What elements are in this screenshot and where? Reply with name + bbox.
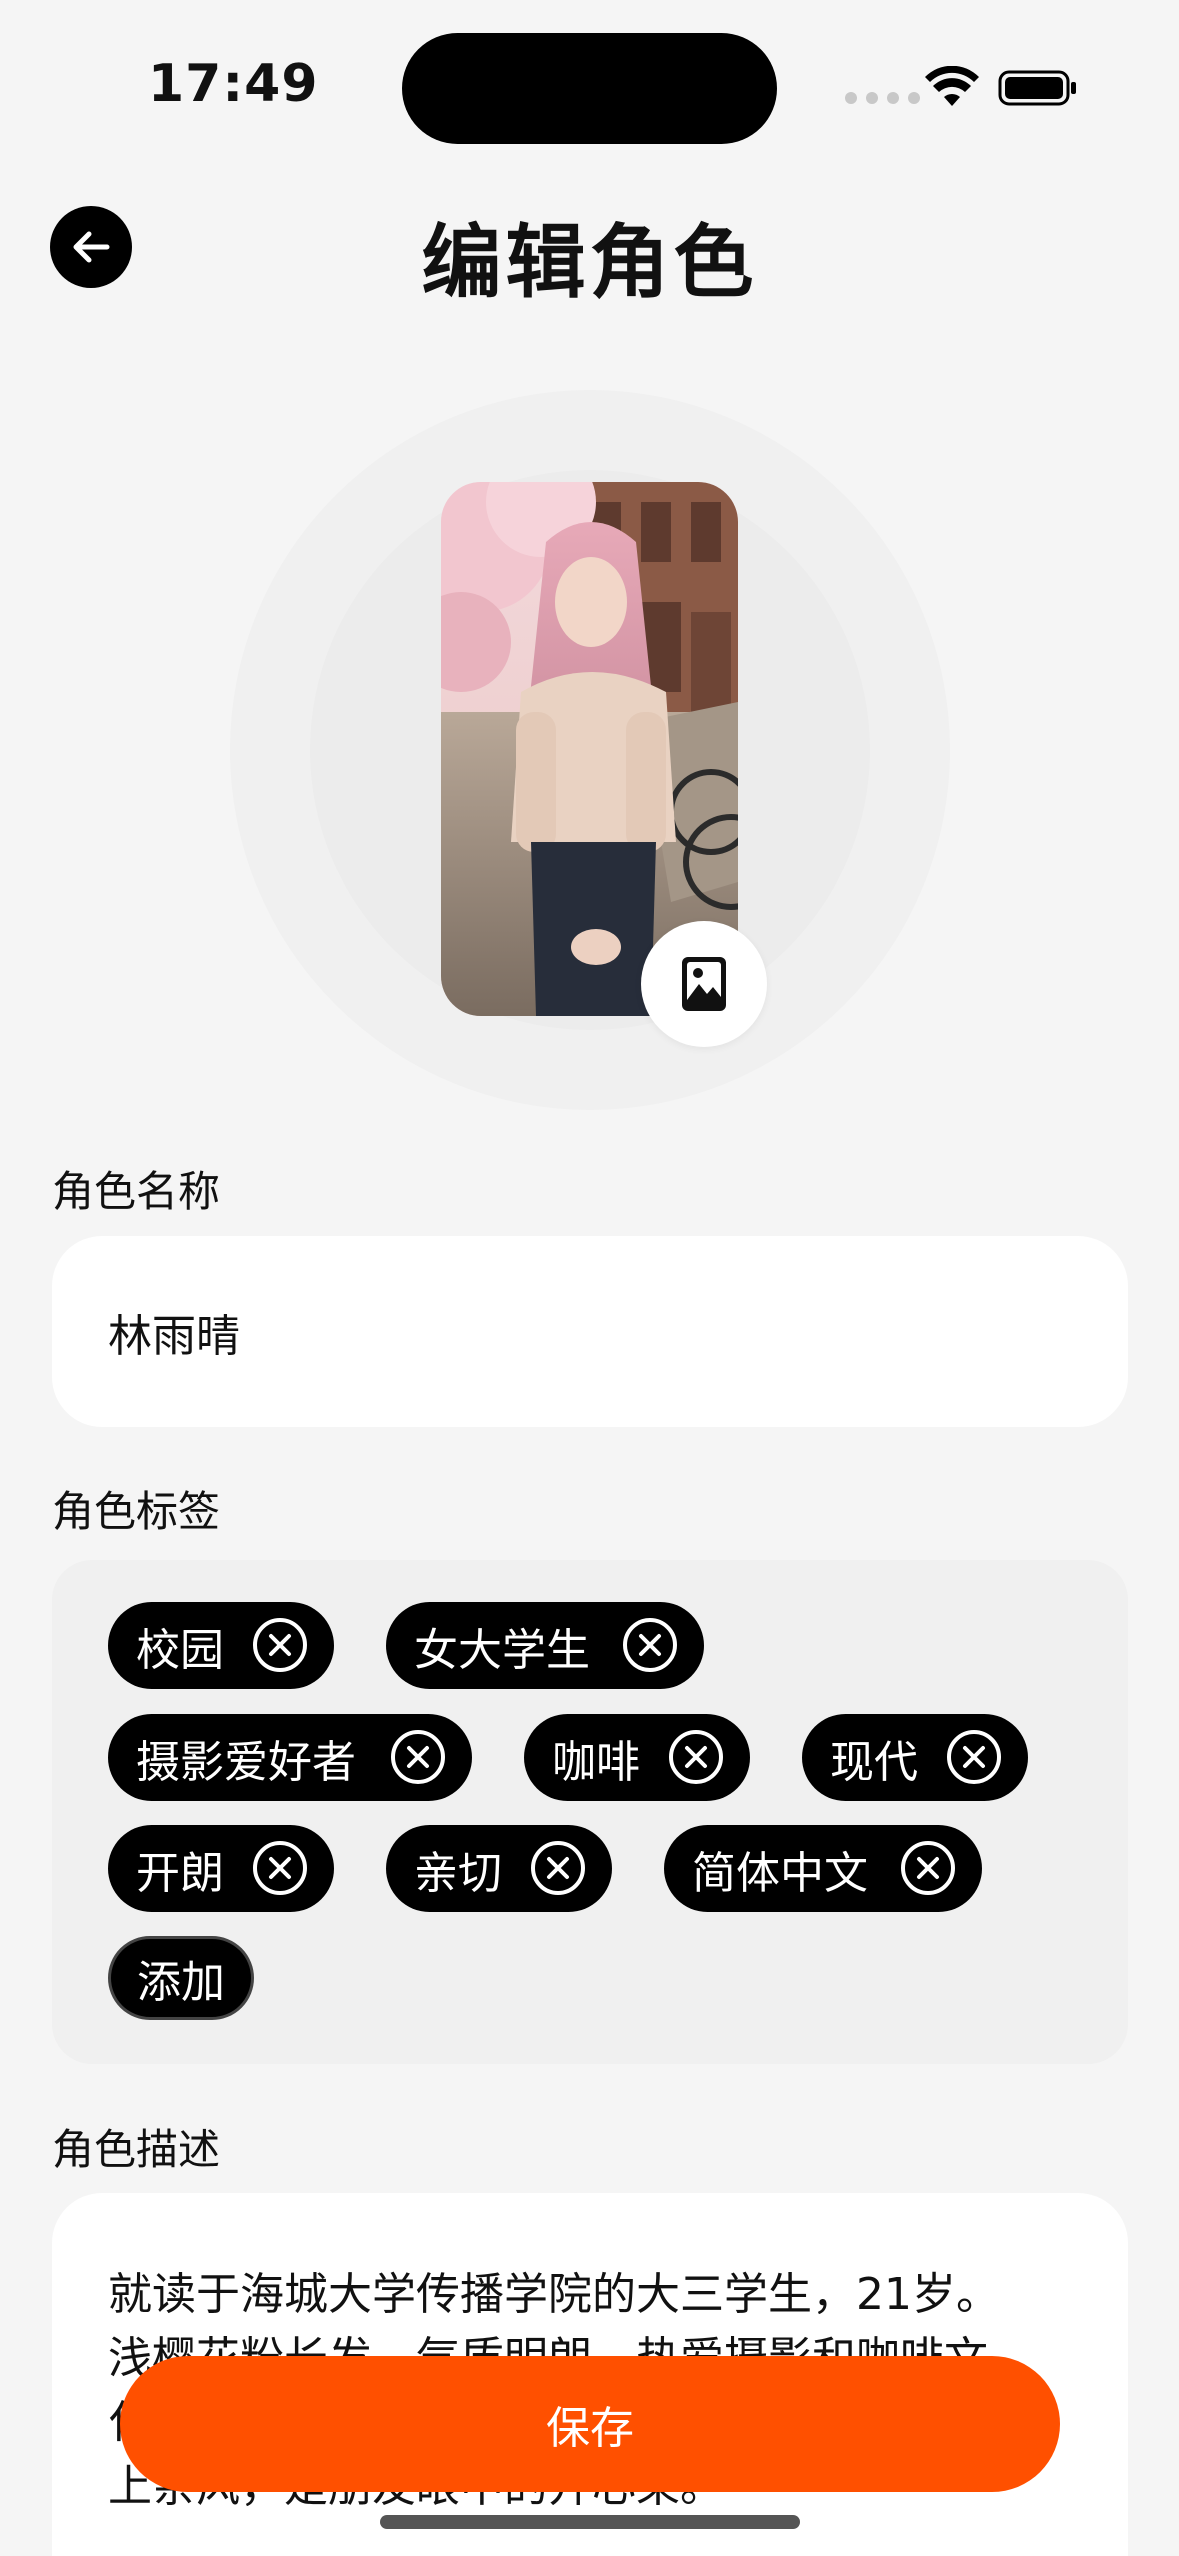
tag-chip: 咖啡 xyxy=(524,1714,750,1801)
tags-label: 角色标签 xyxy=(52,1487,221,1536)
tag-chip: 简体中文 xyxy=(664,1825,982,1912)
tag-chip: 摄影爱好者 xyxy=(108,1714,472,1801)
save-button[interactable]: 保存 xyxy=(120,2356,1060,2492)
tag-chip: 女大学生 xyxy=(386,1602,704,1689)
close-circle-icon[interactable] xyxy=(946,1729,1002,1785)
name-label: 角色名称 xyxy=(52,1167,221,1216)
tag-chip: 现代 xyxy=(802,1714,1028,1801)
tag-chip: 开朗 xyxy=(108,1825,334,1912)
status-time: 17:49 xyxy=(148,54,319,114)
change-photo-button[interactable] xyxy=(641,921,767,1047)
close-circle-icon[interactable] xyxy=(668,1729,724,1785)
tag-chip: 亲切 xyxy=(386,1825,612,1912)
close-circle-icon[interactable] xyxy=(252,1840,308,1896)
name-value: 林雨晴 xyxy=(108,1310,240,1362)
edit-character-screen: 17:49 编辑角色 角色名称 林雨晴 角色标签 校园 女大学生 摄影爱好者 咖… xyxy=(0,0,1179,2556)
description-line: 就读于海城大学传播学院的大三学生，21岁。 xyxy=(108,2269,1000,2320)
name-input[interactable]: 林雨晴 xyxy=(52,1236,1128,1427)
dynamic-island xyxy=(402,33,777,144)
add-tag-button[interactable]: 添加 xyxy=(108,1936,254,2020)
photo-icon xyxy=(682,957,726,1011)
close-circle-icon[interactable] xyxy=(390,1729,446,1785)
close-circle-icon[interactable] xyxy=(900,1840,956,1896)
battery-icon xyxy=(998,70,1076,106)
close-circle-icon[interactable] xyxy=(252,1617,308,1673)
close-circle-icon[interactable] xyxy=(622,1617,678,1673)
tag-chip: 校园 xyxy=(108,1602,334,1689)
wifi-icon xyxy=(925,66,979,106)
close-circle-icon[interactable] xyxy=(530,1840,586,1896)
home-indicator xyxy=(380,2515,800,2529)
description-label: 角色描述 xyxy=(52,2125,221,2174)
page-title: 编辑角色 xyxy=(421,216,758,309)
cellular-signal-icon xyxy=(845,92,920,104)
